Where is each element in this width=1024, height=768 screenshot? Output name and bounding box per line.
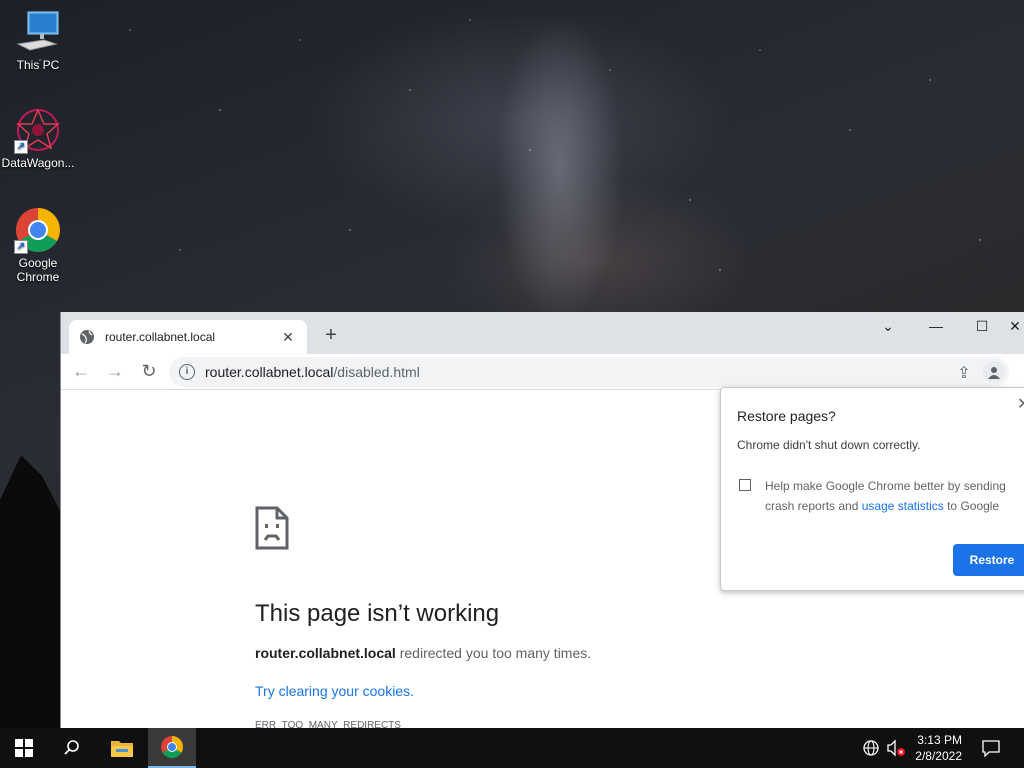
desktop-icon-label: Google Chrome bbox=[16, 256, 60, 284]
site-info-icon[interactable]: i bbox=[179, 364, 195, 380]
clock-date: 2/8/2022 bbox=[915, 749, 962, 763]
notifications-icon[interactable] bbox=[982, 739, 1000, 762]
error-code: ERR_TOO_MANY_REDIRECTS bbox=[255, 720, 401, 728]
network-icon[interactable] bbox=[862, 739, 880, 762]
datawagon-icon: ↗ bbox=[14, 106, 62, 154]
chrome-icon: ↗ bbox=[14, 206, 62, 254]
start-button[interactable] bbox=[0, 728, 48, 768]
bubble-subtitle: Chrome didn't shut down correctly. bbox=[737, 438, 921, 452]
clear-cookies-link[interactable]: Try clearing your cookies. bbox=[255, 683, 414, 699]
restore-button[interactable]: Restore bbox=[953, 544, 1024, 576]
clock-time: 3:13 PM bbox=[917, 733, 962, 747]
tab-close-icon[interactable]: ✕ bbox=[279, 329, 297, 346]
checkbox-text-after: to Google bbox=[943, 499, 1000, 513]
desktop-icon-datawagon[interactable]: ↗ DataWagon... bbox=[0, 106, 76, 170]
bubble-title: Restore pages? bbox=[737, 408, 836, 424]
url-host: router.collabnet.local bbox=[205, 364, 334, 380]
forward-button[interactable]: → bbox=[101, 358, 129, 386]
url-path: /disabled.html bbox=[333, 364, 420, 380]
checkbox-label: Help make Google Chrome better by sendin… bbox=[765, 476, 1015, 516]
toolbar: ← → ↻ i router.collabnet.local/disabled.… bbox=[61, 354, 1024, 390]
globe-icon bbox=[80, 330, 94, 344]
chrome-icon bbox=[161, 736, 183, 758]
error-host: router.collabnet.local bbox=[255, 645, 396, 661]
browser-tab[interactable]: router.collabnet.local ✕ bbox=[69, 320, 307, 354]
profile-button[interactable] bbox=[983, 361, 1005, 383]
error-title: This page isn’t working bbox=[255, 600, 500, 627]
this-pc-icon bbox=[14, 8, 62, 56]
desktop-icon-this-pc[interactable]: This PC bbox=[0, 8, 76, 72]
back-button[interactable]: ← bbox=[67, 358, 95, 386]
search-icon bbox=[64, 740, 79, 755]
taskbar: 3:13 PM 2/8/2022 bbox=[0, 728, 1024, 768]
address-bar[interactable]: i router.collabnet.local/disabled.html ⇪… bbox=[169, 357, 1009, 387]
folder-icon bbox=[111, 741, 133, 757]
minimize-button[interactable]: — bbox=[913, 312, 959, 344]
desktop-icon-label: This PC bbox=[16, 58, 60, 72]
desktop-icon-label: DataWagon... bbox=[1, 156, 75, 170]
bubble-close-icon[interactable]: ✕ bbox=[1017, 394, 1024, 414]
shortcut-arrow-icon: ↗ bbox=[14, 240, 28, 254]
search-button[interactable] bbox=[48, 728, 96, 768]
new-tab-button[interactable]: + bbox=[319, 324, 343, 348]
clock[interactable]: 3:13 PM 2/8/2022 bbox=[915, 732, 962, 764]
chrome-taskbar-button[interactable] bbox=[148, 728, 196, 768]
close-window-button[interactable]: ✕ bbox=[1005, 312, 1024, 344]
error-message: redirected you too many times. bbox=[395, 645, 592, 661]
address-url: router.collabnet.local/disabled.html bbox=[205, 364, 420, 380]
file-explorer-button[interactable] bbox=[98, 728, 146, 768]
tab-title: router.collabnet.local bbox=[105, 330, 216, 344]
volume-muted-icon[interactable] bbox=[886, 739, 906, 762]
sad-page-icon bbox=[255, 506, 289, 550]
tab-search-button[interactable]: ⌄ bbox=[865, 312, 911, 344]
usage-statistics-link[interactable]: usage statistics bbox=[862, 499, 944, 513]
reload-button[interactable]: ↻ bbox=[135, 358, 163, 386]
restore-pages-bubble: ✕ Restore pages? Chrome didn't shut down… bbox=[720, 387, 1024, 591]
desktop-icon-chrome[interactable]: ↗ Google Chrome bbox=[0, 206, 76, 284]
tab-strip: router.collabnet.local ✕ + ⌄ — ☐ ✕ bbox=[61, 312, 1024, 354]
maximize-button[interactable]: ☐ bbox=[959, 312, 1005, 344]
shortcut-arrow-icon: ↗ bbox=[14, 140, 28, 154]
windows-logo-icon bbox=[15, 739, 33, 757]
error-description: router.collabnet.local redirected you to… bbox=[255, 645, 591, 661]
profile-icon bbox=[988, 367, 1000, 379]
share-icon[interactable]: ⇪ bbox=[957, 363, 970, 383]
crash-report-checkbox[interactable] bbox=[739, 479, 751, 491]
